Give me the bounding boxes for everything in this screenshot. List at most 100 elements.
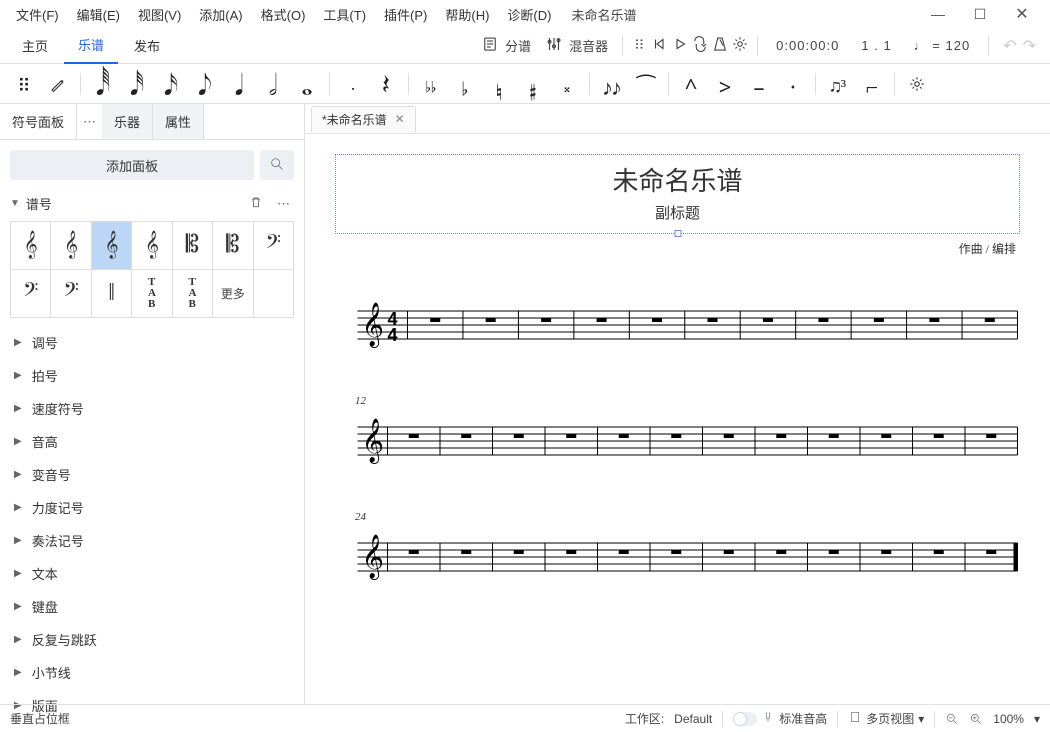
document-tab[interactable]: *未命名乐谱 ✕ [311, 106, 416, 132]
palette-section-反复与跳跃[interactable]: ▶反复与跳跃 [0, 623, 304, 656]
title-frame[interactable]: 未命名乐谱 副标题 [335, 154, 1020, 234]
palette-section-小节线[interactable]: ▶小节线 [0, 656, 304, 689]
close-button[interactable]: ✕ [1002, 0, 1042, 28]
redo-button[interactable]: ↷ [1023, 36, 1036, 56]
menu-tools[interactable]: 工具(T) [315, 1, 374, 28]
clef-cell[interactable]: 𝄡 [173, 222, 213, 270]
accidental-double-sharp[interactable]: 𝄪 [551, 68, 583, 100]
clef-cell[interactable]: 𝄞 [11, 222, 51, 270]
zoom-in-button[interactable] [969, 712, 983, 726]
menu-edit[interactable]: 编辑(E) [69, 1, 128, 28]
zoom-value[interactable]: 100% [993, 712, 1024, 726]
palette-section-奏法记号[interactable]: ▶奏法记号 [0, 524, 304, 557]
palette-section-文本[interactable]: ▶文本 [0, 557, 304, 590]
loop-button[interactable] [691, 35, 709, 56]
palette-section-力度记号[interactable]: ▶力度记号 [0, 491, 304, 524]
palette-section-音高[interactable]: ▶音高 [0, 425, 304, 458]
duration-eighth[interactable]: 𝅘𝅥𝅮 [189, 68, 221, 100]
menu-format[interactable]: 格式(O) [253, 1, 314, 28]
clef-more-button[interactable]: 更多 [213, 270, 253, 318]
chevron-down-icon[interactable]: ▾ [1034, 712, 1040, 726]
palette-section-clefs-header[interactable]: ▼ 谱号 ⋯ [0, 190, 304, 217]
metronome-button[interactable] [711, 35, 729, 56]
dot-button[interactable]: 𝅭 [336, 68, 368, 100]
workspace-value[interactable]: Default [674, 712, 712, 726]
staff-system[interactable]: 24𝄞 [355, 529, 1020, 585]
duration-half[interactable]: 𝅗𝅥 [257, 68, 289, 100]
duration-16th[interactable]: 𝅘𝅥𝅯 [155, 68, 187, 100]
menu-plugins[interactable]: 插件(P) [376, 1, 435, 28]
play-button[interactable] [671, 35, 689, 56]
score-subtitle[interactable]: 副标题 [336, 202, 1019, 223]
flip-button[interactable]: ⌐ [856, 68, 888, 100]
staff-system[interactable]: 𝄞44 [355, 297, 1020, 353]
menu-add[interactable]: 添加(A) [191, 1, 250, 28]
tenuto-button[interactable]: – [743, 68, 775, 100]
clef-cell[interactable]: 𝄢 [254, 222, 294, 270]
rewind-button[interactable] [651, 35, 669, 56]
duration-32nd[interactable]: 𝅘𝅥𝅰 [121, 68, 153, 100]
clef-cell[interactable]: TAB [173, 270, 213, 318]
panel-tab-properties[interactable]: 属性 [153, 104, 204, 139]
more-icon[interactable]: ⋯ [273, 196, 294, 212]
tab-home[interactable]: 主页 [8, 28, 62, 63]
tie-button[interactable]: ♪♪ [596, 68, 628, 100]
playback-settings-button[interactable] [731, 35, 749, 56]
accidental-natural[interactable]: ♮ [483, 68, 515, 100]
clef-cell[interactable]: 𝄢 [51, 270, 91, 318]
accidental-sharp[interactable]: ♯ [517, 68, 549, 100]
rest-button[interactable]: 𝄽 [370, 68, 402, 100]
mixer-button[interactable]: 混音器 [539, 31, 614, 60]
toolbar-settings-button[interactable] [901, 68, 933, 100]
drag-handle-icon[interactable] [631, 35, 649, 56]
close-tab-icon[interactable]: ✕ [395, 112, 405, 126]
clef-cell[interactable]: 𝄞 [92, 222, 132, 270]
maximize-button[interactable]: ☐ [960, 2, 1000, 27]
tab-score[interactable]: 乐谱 [64, 27, 118, 64]
duration-64th[interactable]: 𝅘𝅥𝅱 [87, 68, 119, 100]
clef-cell[interactable]: 𝄞 [51, 222, 91, 270]
palette-section-速度符号[interactable]: ▶速度符号 [0, 392, 304, 425]
accent-button[interactable]: > [709, 68, 741, 100]
drag-handle-icon[interactable]: ⠿ [8, 68, 40, 100]
staccato-button[interactable]: · [777, 68, 809, 100]
note-input-mode-button[interactable] [42, 68, 74, 100]
palette-section-键盘[interactable]: ▶键盘 [0, 590, 304, 623]
staff-system[interactable]: 12𝄞 [355, 413, 1020, 469]
clef-cell[interactable]: ‖ [92, 270, 132, 318]
clef-cell[interactable]: 𝄞 [132, 222, 172, 270]
delete-icon[interactable] [245, 195, 267, 212]
tuplet-button[interactable]: ♫³ [822, 68, 854, 100]
clef-cell[interactable]: TAB [132, 270, 172, 318]
panel-tab-more-icon[interactable]: ⋯ [77, 104, 102, 139]
add-panel-button[interactable]: 添加面板 [10, 150, 254, 180]
score-title[interactable]: 未命名乐谱 [336, 161, 1019, 198]
menu-help[interactable]: 帮助(H) [437, 1, 497, 28]
undo-button[interactable]: ↶ [1003, 36, 1016, 56]
panel-tab-instruments[interactable]: 乐器 [102, 104, 153, 139]
duration-whole[interactable]: 𝅝 [291, 68, 323, 100]
composer-text[interactable]: 作曲 / 编排 [335, 240, 1016, 257]
minimize-button[interactable]: — [918, 2, 958, 26]
clef-cell[interactable]: 𝄢 [11, 270, 51, 318]
marcato-button[interactable]: ^ [675, 68, 707, 100]
accidental-flat[interactable]: ♭ [449, 68, 481, 100]
view-mode-dropdown[interactable]: 多页视图 ▾ [848, 710, 924, 727]
accidental-double-flat[interactable]: ♭♭ [415, 68, 447, 100]
tempo-display[interactable]: ♩ = 120 [904, 38, 981, 53]
panel-tab-palette[interactable]: 符号面板 [0, 104, 77, 139]
palette-section-拍号[interactable]: ▶拍号 [0, 359, 304, 392]
clef-cell[interactable]: 𝄡 [213, 222, 253, 270]
zoom-out-button[interactable] [945, 712, 959, 726]
duration-quarter[interactable]: 𝅘𝅥 [223, 68, 255, 100]
menu-view[interactable]: 视图(V) [130, 1, 189, 28]
tab-publish[interactable]: 发布 [120, 28, 174, 63]
menu-file[interactable]: 文件(F) [8, 1, 67, 28]
palette-section-调号[interactable]: ▶调号 [0, 326, 304, 359]
parts-button[interactable]: 分谱 [475, 31, 537, 60]
frame-handle-icon[interactable] [674, 230, 681, 237]
concert-pitch-toggle[interactable]: 标准音高 [733, 710, 827, 727]
slur-button[interactable]: ⁀ [630, 68, 662, 100]
palette-section-变音号[interactable]: ▶变音号 [0, 458, 304, 491]
palette-search-button[interactable] [260, 150, 294, 180]
